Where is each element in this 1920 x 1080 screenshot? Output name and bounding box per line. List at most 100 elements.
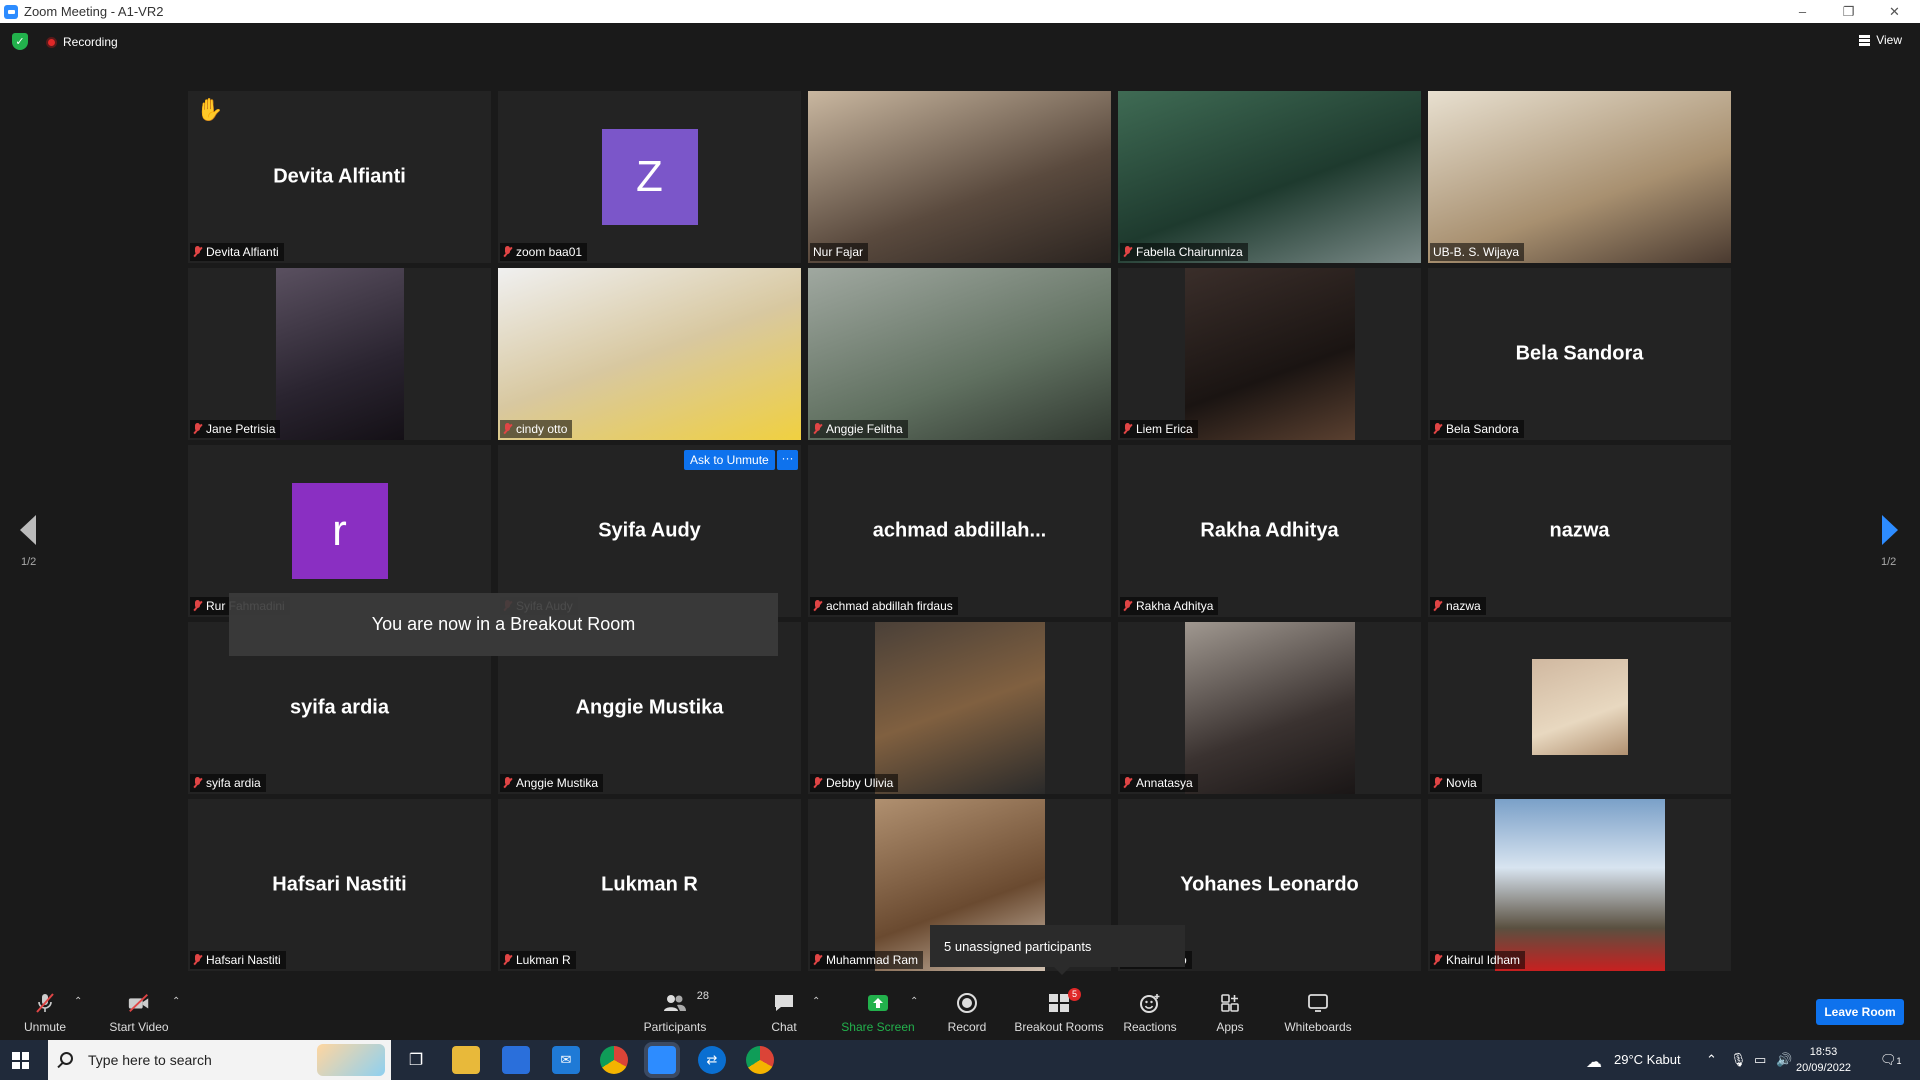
tile-more-button[interactable]: ···: [777, 450, 798, 470]
participant-tile[interactable]: Nur Fajar: [808, 91, 1111, 263]
leave-room-button[interactable]: Leave Room: [1816, 999, 1904, 1025]
notifications-icon[interactable]: 🗨1: [1880, 1052, 1902, 1068]
whiteboards-button[interactable]: Whiteboards: [1280, 982, 1356, 1040]
participant-tile[interactable]: UB-B. S. Wijaya: [1428, 91, 1731, 263]
breakout-room-notification: You are now in a Breakout Room: [229, 593, 778, 656]
microsoft-store-icon[interactable]: [502, 1046, 530, 1074]
participant-tile[interactable]: achmad abdillah... achmad abdillah firdau…: [808, 445, 1111, 617]
unmute-button[interactable]: Unmute: [20, 982, 70, 1040]
chat-options-caret-icon[interactable]: ⌃: [812, 996, 820, 1007]
weather-icon: ☁: [1586, 1054, 1602, 1071]
participant-video: [275, 268, 404, 440]
participant-name: zoom baa01: [516, 245, 583, 259]
audio-options-caret-icon[interactable]: ⌃: [74, 996, 82, 1007]
microphone-icon[interactable]: 🎙: [1730, 1052, 1747, 1068]
participant-video: [1184, 268, 1355, 440]
participant-video: [1428, 91, 1731, 263]
taskbar-search-box[interactable]: Type here to search: [48, 1040, 391, 1080]
participant-name-label: zoom baa01: [500, 243, 588, 261]
participants-button[interactable]: 28 Participants: [640, 982, 710, 1040]
participant-tile[interactable]: Syifa AudySyifa Audy: [498, 445, 801, 617]
participant-display-name: Anggie Mustika: [575, 696, 724, 719]
participant-tile[interactable]: Rakha Adhitya Rakha Adhitya: [1118, 445, 1421, 617]
weather-text[interactable]: 29°C Kabut: [1614, 1052, 1681, 1067]
breakout-rooms-label: Breakout Rooms: [1014, 1020, 1104, 1034]
video-options-caret-icon[interactable]: ⌃: [172, 996, 180, 1007]
search-placeholder: Type here to search: [88, 1052, 212, 1068]
participant-tile[interactable]: Devita Alfianti ✋ Devita Alfianti: [188, 91, 491, 263]
participant-name-label: Hafsari Nastiti: [190, 951, 286, 969]
recording-label[interactable]: Recording: [63, 35, 118, 49]
chrome-profile-icon[interactable]: [746, 1046, 774, 1074]
close-button[interactable]: ✕: [1872, 0, 1917, 23]
muted-microphone-icon: [503, 777, 512, 789]
muted-microphone-icon: [1433, 954, 1442, 966]
apps-button[interactable]: Apps: [1210, 982, 1250, 1040]
participant-tile[interactable]: Bela Sandora Bela Sandora: [1428, 268, 1731, 440]
windows-taskbar: Type here to search ❐ ✉ ⇄ ☁ 29°C Kabut ⌃…: [0, 1040, 1920, 1080]
participant-tile[interactable]: Jane Petrisia: [188, 268, 491, 440]
chat-label: Chat: [771, 1020, 797, 1034]
participant-tile[interactable]: Debby Ulivia: [808, 622, 1111, 794]
task-view-icon[interactable]: ❐: [402, 1046, 430, 1074]
view-button[interactable]: View: [1859, 33, 1902, 47]
reactions-button[interactable]: Reactions: [1122, 982, 1178, 1040]
minimize-button[interactable]: –: [1780, 0, 1825, 23]
zoom-app-icon[interactable]: [648, 1046, 676, 1074]
start-video-button[interactable]: Start Video: [104, 982, 174, 1040]
participant-display-name: Rakha Adhitya: [1200, 519, 1339, 542]
participant-tile[interactable]: Liem Erica: [1118, 268, 1421, 440]
breakout-rooms-icon: 5: [1047, 988, 1081, 1014]
participant-display-name: Lukman R: [601, 873, 698, 896]
teamviewer-icon[interactable]: ⇄: [698, 1046, 726, 1074]
participant-tile[interactable]: Zzoom baa01: [498, 91, 801, 263]
share-options-caret-icon[interactable]: ⌃: [910, 996, 918, 1007]
participant-name: Khairul Idham: [1446, 953, 1521, 967]
show-hidden-icons-icon[interactable]: ⌃: [1706, 1052, 1717, 1068]
participant-display-name: achmad abdillah...: [872, 519, 1047, 542]
participant-name-label: Bela Sandora: [1430, 420, 1524, 438]
participant-tile[interactable]: Lukman R Lukman R: [498, 799, 801, 971]
participant-name: Hafsari Nastiti: [206, 953, 281, 967]
mail-icon[interactable]: ✉: [552, 1046, 580, 1074]
unassigned-participants-tooltip[interactable]: 5 unassigned participants: [930, 925, 1185, 975]
previous-page-arrow-icon[interactable]: [20, 515, 36, 545]
participant-name: Lukman R: [516, 953, 571, 967]
participant-tile[interactable]: Khairul Idham: [1428, 799, 1731, 971]
restore-button[interactable]: ❐: [1826, 0, 1871, 23]
record-button[interactable]: Record: [940, 982, 994, 1040]
participant-tile[interactable]: Novia: [1428, 622, 1731, 794]
participant-name-label: achmad abdillah firdaus: [810, 597, 958, 615]
participant-name: Liem Erica: [1136, 422, 1193, 436]
network-icon[interactable]: ▭: [1754, 1052, 1766, 1068]
file-explorer-icon[interactable]: [452, 1046, 480, 1074]
record-label: Record: [947, 1020, 987, 1034]
participant-tile[interactable]: Anggie Felitha: [808, 268, 1111, 440]
participant-name: Anggie Mustika: [516, 776, 599, 790]
participant-tile[interactable]: rRur Fahmadini: [188, 445, 491, 617]
whiteboard-icon: [1306, 992, 1330, 1014]
participant-tile[interactable]: cindy otto: [498, 268, 801, 440]
windows-start-icon[interactable]: [12, 1052, 29, 1069]
ask-to-unmute-button[interactable]: Ask to Unmute: [684, 450, 775, 470]
breakout-rooms-button[interactable]: 5 Breakout Rooms: [1012, 982, 1106, 1040]
participant-tile[interactable]: Fabella Chairunniza: [1118, 91, 1421, 263]
participant-tile[interactable]: nazwa nazwa: [1428, 445, 1731, 617]
system-clock[interactable]: 18:53 20/09/2022: [1796, 1044, 1851, 1076]
participant-name-label: Anggie Felitha: [810, 420, 908, 438]
participant-video: [874, 622, 1045, 794]
participant-tile[interactable]: Annatasya: [1118, 622, 1421, 794]
chat-button[interactable]: Chat: [762, 982, 806, 1040]
page-indicator-right: 1/2: [1881, 556, 1897, 568]
security-shield-icon[interactable]: ✓: [12, 33, 28, 50]
volume-icon[interactable]: 🔊: [1776, 1052, 1792, 1068]
share-screen-button[interactable]: Share Screen: [838, 982, 918, 1040]
chrome-icon[interactable]: [600, 1046, 628, 1074]
unmute-label: Unmute: [23, 1020, 67, 1034]
muted-microphone-icon: [193, 954, 202, 966]
participant-tile[interactable]: Hafsari Nastiti Hafsari Nastiti: [188, 799, 491, 971]
share-screen-icon: [866, 992, 890, 1014]
muted-microphone-icon: [813, 954, 822, 966]
whiteboards-label: Whiteboards: [1284, 1020, 1352, 1034]
next-page-arrow-icon[interactable]: [1882, 515, 1898, 545]
